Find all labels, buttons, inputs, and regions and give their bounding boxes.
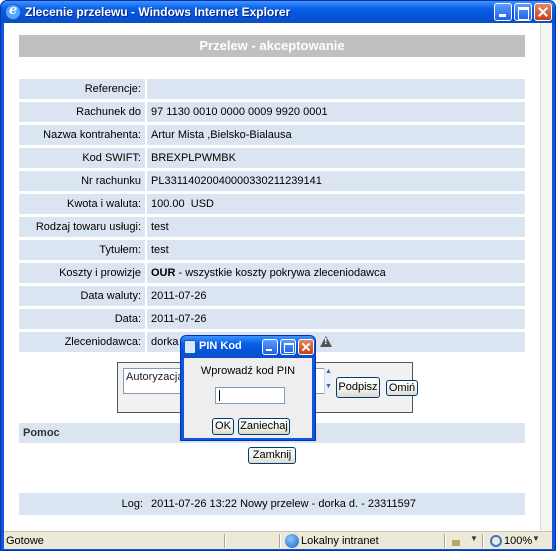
costs-description: - wszystkie koszty pokrywa zleceniodawca — [175, 267, 386, 279]
maximize-icon — [281, 340, 295, 354]
dialog-maximize-button[interactable] — [280, 339, 296, 355]
field-label: Tytułem: — [19, 240, 145, 260]
minimize-icon — [263, 340, 277, 354]
window-title: Zlecenie przelewu - Windows Internet Exp… — [25, 5, 291, 19]
maximize-button[interactable] — [514, 3, 532, 21]
field-row-swift: Kod SWIFT: BREXPLPWMBK — [19, 148, 525, 168]
costs-code: OUR — [151, 267, 176, 279]
page-scroll-area: Przelew - akceptowanie Referencje: Rachu… — [4, 23, 552, 531]
sign-button[interactable]: Podpisz — [336, 377, 380, 398]
field-value: BREXPLPWMBK — [147, 148, 525, 168]
protected-mode-icon[interactable] — [451, 536, 461, 546]
text-caret — [219, 390, 220, 401]
field-label: Zleceniodawca: — [19, 332, 145, 352]
field-row-costs: Koszty i prowizje pokrywa: OUR - wszystk… — [19, 263, 525, 299]
ok-button[interactable]: OK — [212, 418, 234, 435]
intranet-zone-icon — [285, 534, 299, 548]
status-divider — [444, 534, 446, 548]
zoom-chevron-down-icon[interactable]: ▼ — [532, 534, 540, 543]
status-divider — [482, 534, 484, 548]
field-value: 100.00 USD — [147, 194, 525, 214]
field-row-debit-account: Rachunek do obciążenia: 97 1130 0010 000… — [19, 102, 525, 138]
field-label: Nr rachunku kontrahenta: — [19, 171, 145, 207]
status-text: Gotowe — [6, 535, 44, 547]
field-label: Nazwa kontrahenta: — [19, 125, 145, 145]
field-row-contractor-account: Nr rachunku kontrahenta: PL3311402004000… — [19, 171, 525, 207]
field-row-date: Data: 2011-07-26 — [19, 309, 525, 329]
minimize-button[interactable] — [494, 3, 512, 21]
vertical-scrollbar[interactable] — [540, 23, 552, 531]
internet-explorer-icon — [5, 3, 21, 20]
field-row-contractor-name: Nazwa kontrahenta: Artur Mista ,Bielsko-… — [19, 125, 525, 145]
field-row-value-date: Data waluty: 2011-07-26 — [19, 286, 525, 306]
pin-prompt: Wprowadź kod PIN — [200, 365, 296, 377]
field-value: 97 1130 0010 0000 0009 9920 0001 — [147, 102, 525, 122]
dialog-title-bar[interactable]: PIN Kod — [181, 336, 315, 358]
title-bar[interactable]: Zlecenie przelewu - Windows Internet Exp… — [1, 1, 555, 23]
close-icon — [299, 340, 313, 354]
log-row: Log: 2011-07-26 13:22 Nowy przelew - dor… — [19, 493, 525, 515]
minimize-icon — [495, 4, 511, 20]
security-zone-text: Lokalny intranet — [301, 535, 379, 547]
field-label: Referencje: — [19, 79, 145, 99]
warning-icon — [320, 336, 333, 348]
field-value: PL33114020040000330211239141 — [147, 171, 525, 191]
field-value: OUR - wszystkie koszty pokrywa zleceniod… — [147, 263, 525, 283]
zoom-icon[interactable] — [490, 535, 502, 547]
dialog-minimize-button[interactable] — [262, 339, 278, 355]
field-row-amount-currency: Kwota i waluta: 100.00 USD — [19, 194, 525, 214]
chevron-down-icon[interactable]: ▼ — [470, 534, 478, 543]
field-value: test — [147, 240, 525, 260]
log-label: Log: — [121, 498, 143, 510]
page-content: Przelew - akceptowanie Referencje: Rachu… — [4, 23, 552, 531]
authorization-scrollbar[interactable] — [324, 368, 333, 394]
field-label: Data waluty: — [19, 286, 145, 306]
field-label: Koszty i prowizje pokrywa: — [19, 263, 145, 299]
field-value: 2011-07-26 — [147, 286, 525, 306]
close-window-button[interactable] — [534, 3, 552, 21]
field-value: 2011-07-26 — [147, 309, 525, 329]
skip-button[interactable]: Omiń — [386, 380, 418, 396]
maximize-icon — [515, 4, 531, 20]
close-button[interactable]: Zamknij — [248, 447, 296, 464]
field-value: test — [147, 217, 525, 237]
zoom-level[interactable]: 100% — [504, 535, 532, 547]
field-row-title: Tytułem: test — [19, 240, 525, 260]
field-label: Kod SWIFT: — [19, 148, 145, 168]
field-row-references: Referencje: — [19, 79, 525, 99]
cancel-button[interactable]: Zaniechaj — [238, 418, 290, 435]
page-title: Przelew - akceptowanie — [19, 35, 525, 57]
pin-dialog: PIN Kod Wprowadź kod PIN OK Zaniechaj — [180, 335, 316, 441]
java-app-icon — [184, 340, 196, 354]
pin-input[interactable] — [215, 387, 285, 404]
browser-window: Zlecenie przelewu - Windows Internet Exp… — [0, 0, 556, 551]
status-bar: Gotowe Lokalny intranet ▼ 100% ▼ — [4, 531, 552, 549]
dialog-title: PIN Kod — [199, 340, 242, 352]
field-value — [147, 79, 525, 99]
field-label: Kwota i waluta: — [19, 194, 145, 214]
field-label: Data: — [19, 309, 145, 329]
field-label: Rachunek do obciążenia: — [19, 102, 145, 138]
field-label: Rodzaj towaru usługi: — [19, 217, 145, 237]
field-value: Artur Mista ,Bielsko-Bialausa — [147, 125, 525, 145]
dialog-close-button[interactable] — [298, 339, 314, 355]
field-row-goods-service-type: Rodzaj towaru usługi: test — [19, 217, 525, 237]
status-divider — [224, 534, 226, 548]
status-divider — [279, 534, 281, 548]
close-icon — [535, 4, 551, 20]
dialog-body: Wprowadź kod PIN OK Zaniechaj — [184, 358, 312, 438]
log-value: 2011-07-26 13:22 Nowy przelew - dorka d.… — [151, 498, 416, 510]
